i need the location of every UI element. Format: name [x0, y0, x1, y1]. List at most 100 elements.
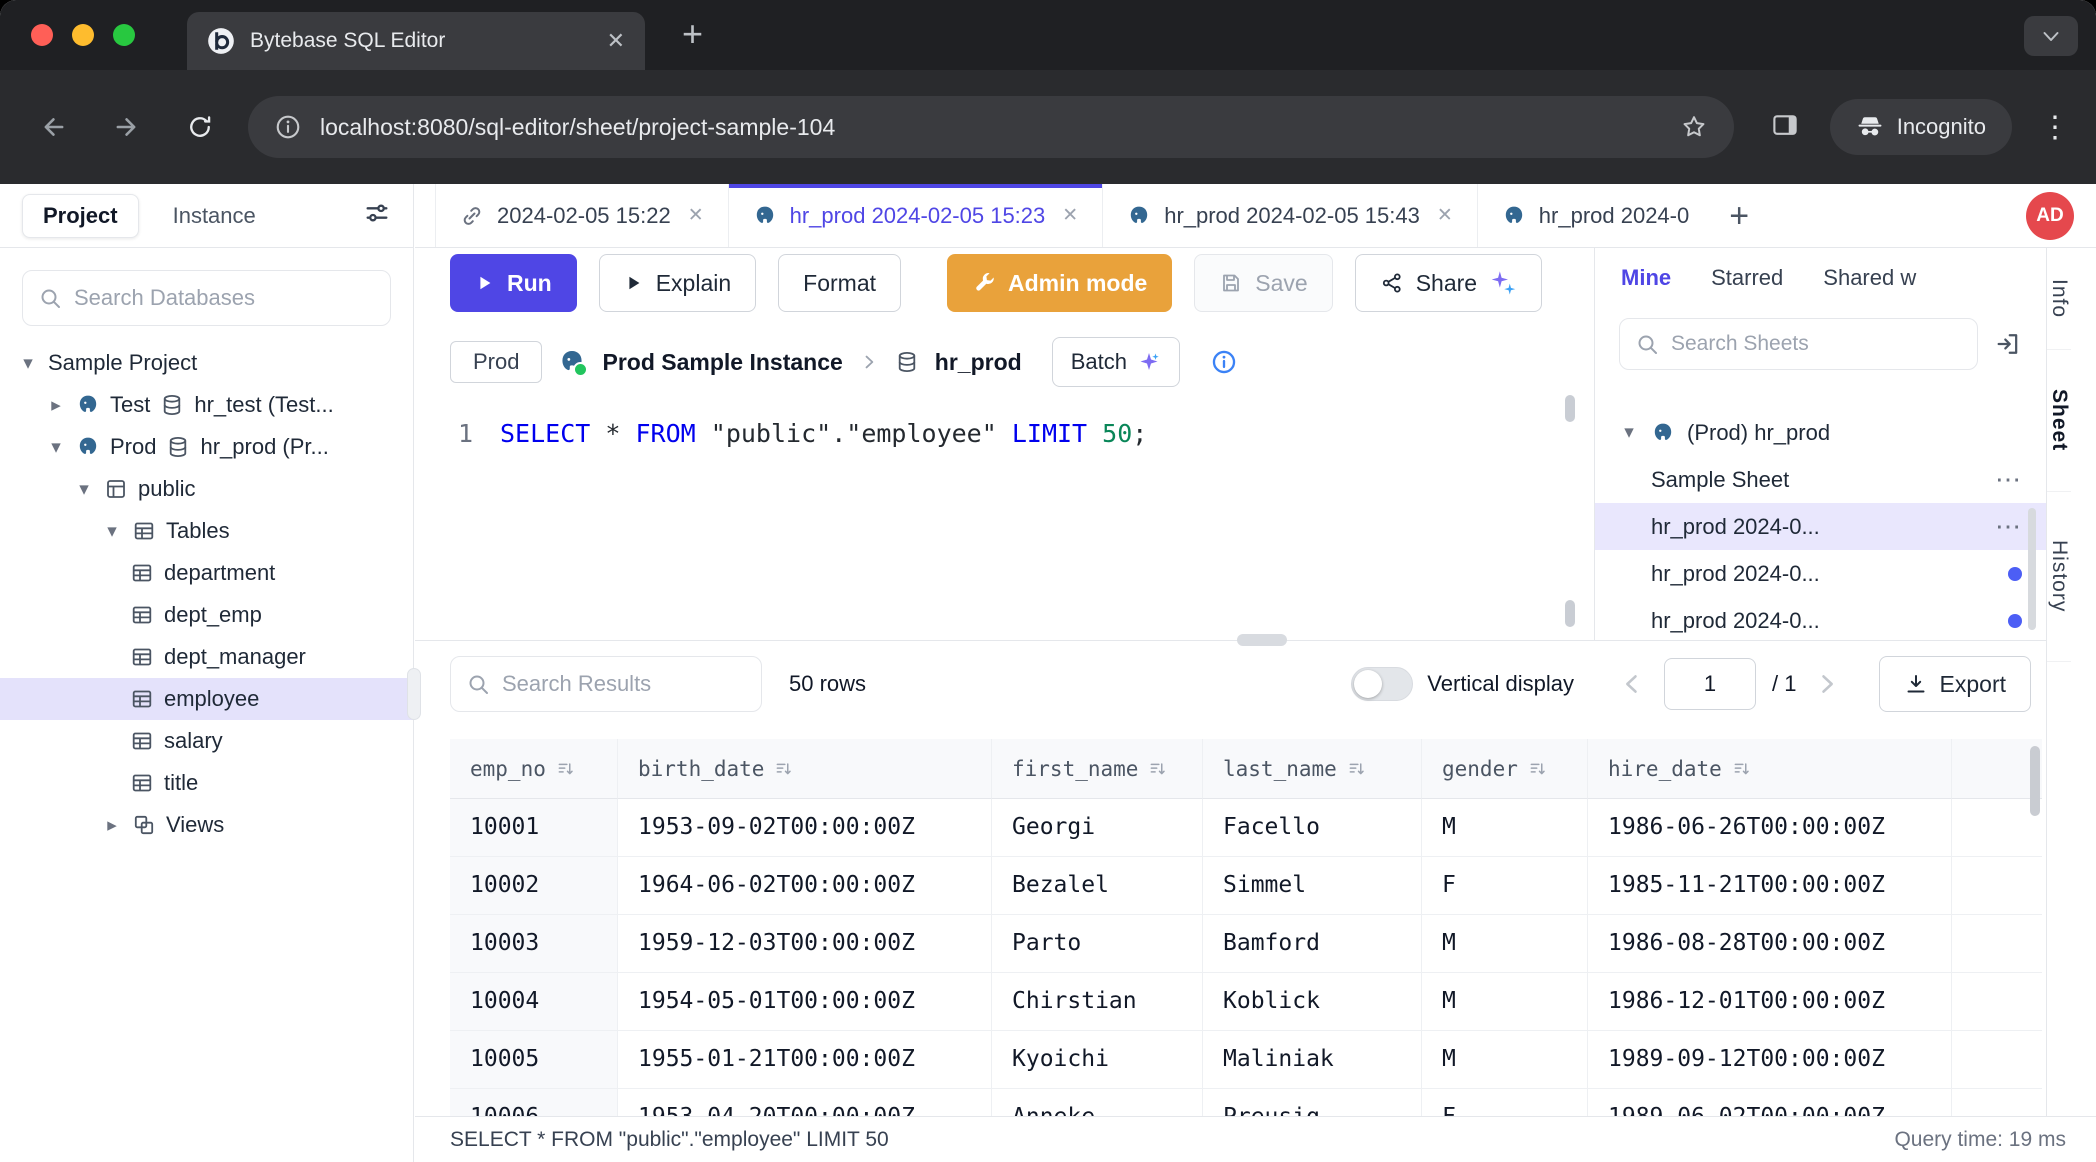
tree-node-title[interactable]: title: [0, 762, 413, 804]
column-header-last_name[interactable]: last_name: [1203, 739, 1422, 799]
minimize-window-button[interactable]: [72, 24, 94, 46]
batch-button[interactable]: Batch: [1052, 337, 1180, 387]
back-button[interactable]: [26, 99, 82, 155]
editor-scrollbar-thumb[interactable]: [1565, 395, 1575, 422]
new-tab-button[interactable]: +: [682, 14, 703, 54]
export-button[interactable]: Export: [1879, 656, 2031, 712]
zoom-window-button[interactable]: [113, 24, 135, 46]
panel-splitter-handle[interactable]: [1237, 634, 1287, 646]
site-info-icon[interactable]: [274, 113, 302, 141]
tree-node-salary[interactable]: salary: [0, 720, 413, 762]
database-search-input[interactable]: [74, 285, 375, 311]
prev-page-button[interactable]: [1618, 670, 1646, 698]
bookmark-star-icon[interactable]: [1680, 113, 1708, 141]
caret-down-icon[interactable]: ▾: [46, 436, 66, 459]
instance-name[interactable]: Prod Sample Instance: [602, 349, 842, 376]
results-scrollbar[interactable]: [2030, 746, 2040, 816]
database-name[interactable]: hr_prod: [935, 349, 1022, 376]
rail-tab-info[interactable]: Info: [2047, 248, 2071, 350]
save-button[interactable]: Save: [1194, 254, 1332, 312]
sort-icon[interactable]: [1347, 759, 1367, 779]
tab-project[interactable]: Project: [22, 194, 139, 238]
browser-menu-button[interactable]: ⋮: [2040, 110, 2070, 145]
sort-icon[interactable]: [1732, 759, 1752, 779]
side-panel-button[interactable]: [1770, 110, 1800, 145]
rail-tab-sheet[interactable]: Sheet: [2047, 350, 2071, 492]
rail-tab-history[interactable]: History: [2047, 492, 2071, 662]
more-actions-icon[interactable]: ⋯: [1995, 511, 2022, 542]
close-tab-icon[interactable]: ✕: [1437, 204, 1453, 227]
table-row[interactable]: 100011953-09-02T00:00:00ZGeorgiFacelloM1…: [450, 799, 2042, 857]
sort-icon[interactable]: [1528, 759, 1548, 779]
column-header-first_name[interactable]: first_name: [992, 739, 1203, 799]
tree-node-tables[interactable]: ▾Tables: [0, 510, 413, 552]
sheet-item-row[interactable]: Sample Sheet⋯: [1595, 456, 2046, 503]
tab-list-button[interactable]: [2024, 16, 2078, 56]
browser-tab[interactable]: Bytebase SQL Editor ✕: [187, 12, 645, 70]
sheet-search[interactable]: [1619, 318, 1978, 370]
page-number-input[interactable]: [1664, 658, 1756, 710]
sheet-panel-scrollbar[interactable]: [2028, 508, 2036, 630]
forward-button[interactable]: [98, 99, 154, 155]
sheet-search-input[interactable]: [1671, 332, 1962, 356]
tree-node-prod[interactable]: ▾Prodhr_prod (Pr...: [0, 426, 413, 468]
filter-settings-button[interactable]: [363, 199, 391, 233]
sheet-item-row[interactable]: hr_prod 2024-0...⋯: [1595, 503, 2046, 550]
table-row[interactable]: 100031959-12-03T00:00:00ZPartoBamfordM19…: [450, 915, 2042, 973]
editor-scrollbar-thumb[interactable]: [1565, 600, 1575, 627]
vertical-display-toggle[interactable]: [1351, 667, 1413, 701]
results-search-input[interactable]: [502, 671, 746, 697]
database-search[interactable]: [22, 270, 391, 326]
add-sheet-button[interactable]: +: [1729, 199, 1749, 233]
close-tab-icon[interactable]: ✕: [688, 204, 704, 227]
column-header-hire_date[interactable]: hire_date: [1588, 739, 1952, 799]
sort-icon[interactable]: [556, 759, 576, 779]
tab-instance[interactable]: Instance: [173, 203, 256, 229]
sidebar-resize-handle[interactable]: [407, 668, 421, 720]
next-page-button[interactable]: [1813, 670, 1841, 698]
sheet-group-row[interactable]: ▾(Prod) hr_prod: [1595, 409, 2046, 456]
sheet-item-row[interactable]: hr_prod 2024-0...: [1595, 597, 2046, 640]
table-row[interactable]: 100021964-06-02T00:00:00ZBezalelSimmelF1…: [450, 857, 2042, 915]
close-window-button[interactable]: [31, 24, 53, 46]
caret-right-icon[interactable]: ▸: [46, 394, 66, 417]
editor-tab[interactable]: hr_prod 2024-0: [1478, 184, 1713, 247]
info-icon[interactable]: [1210, 348, 1238, 376]
address-bar[interactable]: localhost:8080/sql-editor/sheet/project-…: [248, 96, 1734, 158]
run-button[interactable]: Run: [450, 254, 577, 312]
reload-button[interactable]: [172, 99, 228, 155]
results-search[interactable]: [450, 656, 762, 712]
tab-mine[interactable]: Mine: [1621, 265, 1671, 291]
caret-down-icon[interactable]: ▾: [74, 478, 94, 501]
close-tab-icon[interactable]: ✕: [1062, 204, 1078, 227]
tree-node-dept-manager[interactable]: dept_manager: [0, 636, 413, 678]
share-button[interactable]: Share: [1355, 254, 1542, 312]
tree-node-public[interactable]: ▾public: [0, 468, 413, 510]
caret-right-icon[interactable]: ▸: [102, 814, 122, 837]
table-row[interactable]: 100041954-05-01T00:00:00ZChirstianKoblic…: [450, 973, 2042, 1031]
sort-icon[interactable]: [1148, 759, 1168, 779]
explain-button[interactable]: Explain: [599, 254, 756, 312]
caret-down-icon[interactable]: ▾: [18, 352, 38, 375]
editor-tab[interactable]: hr_prod 2024-02-05 15:43✕: [1103, 184, 1478, 247]
close-tab-icon[interactable]: ✕: [607, 30, 625, 52]
column-header-emp_no[interactable]: emp_no: [450, 739, 618, 799]
editor-tab[interactable]: 2024-02-05 15:22✕: [435, 184, 729, 247]
tree-node-test[interactable]: ▸Testhr_test (Test...: [0, 384, 413, 426]
import-sheet-icon[interactable]: [1994, 330, 2022, 358]
more-actions-icon[interactable]: ⋯: [1995, 464, 2022, 495]
caret-down-icon[interactable]: ▾: [102, 520, 122, 543]
sort-icon[interactable]: [774, 759, 794, 779]
tree-node-views[interactable]: ▸Views: [0, 804, 413, 846]
format-button[interactable]: Format: [778, 254, 901, 312]
column-header-gender[interactable]: gender: [1422, 739, 1588, 799]
tree-node-employee[interactable]: employee: [0, 678, 413, 720]
user-avatar[interactable]: AD: [2026, 192, 2074, 240]
table-row[interactable]: 100061953-04-20T00:00:00ZAnnekePreusigF1…: [450, 1089, 2042, 1116]
column-header-birth_date[interactable]: birth_date: [618, 739, 992, 799]
caret-down-icon[interactable]: ▾: [1619, 421, 1639, 444]
tree-node-sample-project[interactable]: ▾Sample Project: [0, 342, 413, 384]
tab-shared[interactable]: Shared w: [1823, 265, 1916, 291]
sql-editor-line[interactable]: 1 SELECT * FROM "public"."employee" LIMI…: [415, 411, 1594, 455]
editor-tab[interactable]: hr_prod 2024-02-05 15:23✕: [729, 184, 1104, 247]
